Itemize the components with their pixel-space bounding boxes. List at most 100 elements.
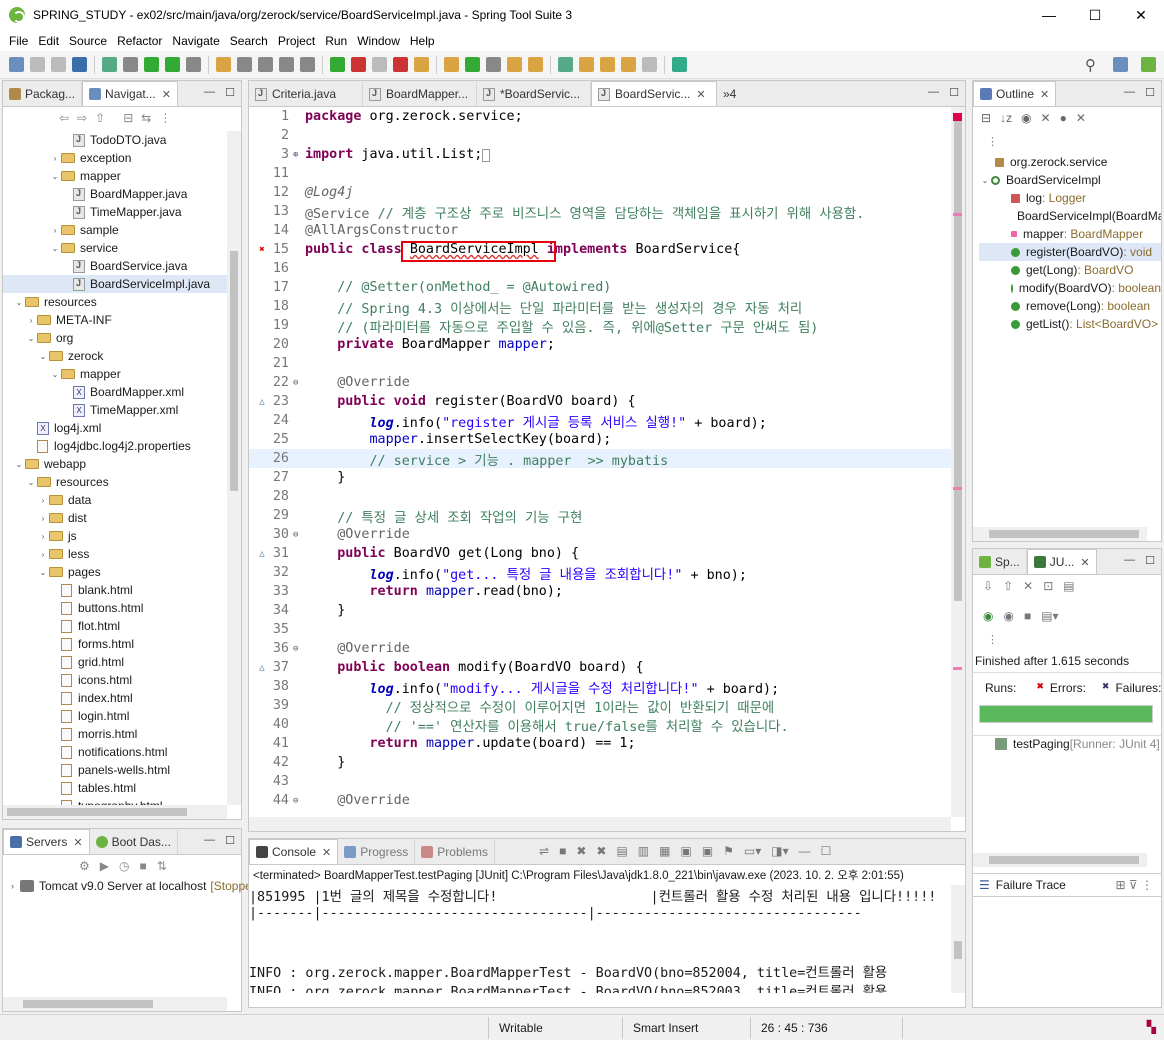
minimize-view-icon[interactable]: — (1124, 554, 1135, 567)
spring-perspective-icon[interactable] (1141, 57, 1156, 72)
show-stdout-icon[interactable]: ▣ (680, 844, 691, 858)
close-icon[interactable]: ✕ (1040, 88, 1049, 101)
tree-item[interactable]: ⌄ pages (3, 563, 227, 581)
horizontal-scrollbar[interactable] (989, 856, 1139, 864)
tree-item[interactable]: › sample (3, 221, 227, 239)
open-console-icon[interactable]: ◨▾ (771, 844, 788, 858)
toolbar-action-icon[interactable] (279, 57, 294, 72)
fold-icon[interactable]: ⊖ (293, 644, 303, 654)
close-icon[interactable]: ✕ (1080, 556, 1089, 569)
tab-spring-explorer[interactable]: Sp... (973, 550, 1027, 574)
expand-icon[interactable]: › (25, 316, 37, 325)
collapse-all-icon[interactable]: ⊟ (981, 111, 991, 125)
expand-icon[interactable]: ⌄ (37, 568, 49, 577)
menu-navigate[interactable]: Navigate (167, 34, 224, 48)
tree-item[interactable]: › less (3, 545, 227, 563)
menu-edit[interactable]: Edit (33, 34, 64, 48)
debug-server-icon[interactable]: ⚙ (79, 859, 90, 873)
tab-junit[interactable]: JU... ✕ (1026, 549, 1097, 574)
tree-item[interactable]: › META-INF (3, 311, 227, 329)
fold-icon[interactable]: ⊖ (293, 796, 303, 806)
expand-icon[interactable]: › (37, 514, 49, 523)
vertical-scrollbar[interactable] (954, 121, 962, 601)
fold-icon[interactable]: ⊕ (293, 150, 303, 160)
expand-icon[interactable]: › (49, 226, 61, 235)
maximize-button[interactable]: ☐ (1072, 0, 1118, 30)
forward-icon[interactable]: ⇨ (77, 111, 87, 125)
expand-icon[interactable]: › (37, 496, 49, 505)
tree-item[interactable]: ⌄ org (3, 329, 227, 347)
back-icon[interactable]: ⇦ (59, 111, 69, 125)
start-server-icon[interactable]: ▶ (100, 859, 109, 873)
word-wrap-icon[interactable]: ▦ (659, 844, 670, 858)
tree-item[interactable]: › exception (3, 149, 227, 167)
menu-run[interactable]: Run (320, 34, 352, 48)
heap-status-icon[interactable]: ▚ (1147, 1020, 1156, 1034)
view-menu-icon[interactable]: ⋮ (987, 135, 998, 148)
minimize-view-icon[interactable]: — (799, 844, 811, 858)
link-editor-icon[interactable]: ⇆ (141, 111, 151, 125)
tree-item[interactable]: › js (3, 527, 227, 545)
outline-item[interactable]: org.zerock.service (979, 153, 1161, 171)
tree-item[interactable]: ⌄ webapp (3, 455, 227, 473)
menu-source[interactable]: Source (64, 34, 112, 48)
toolbar-action-icon[interactable] (600, 57, 615, 72)
tree-item[interactable]: ⌄ zerock (3, 347, 227, 365)
outline-item[interactable]: getList() : List<BoardVO> (979, 315, 1161, 333)
outline-item[interactable]: modify(BoardVO) : boolean (979, 279, 1161, 297)
toolbar-action-icon[interactable] (672, 57, 687, 72)
expand-icon[interactable]: ⌄ (37, 352, 49, 361)
stop-server-icon[interactable]: ■ (139, 859, 146, 873)
editor-overflow-button[interactable]: »4 (717, 82, 742, 106)
tree-item[interactable]: index.html (3, 689, 227, 707)
toolbar-action-icon[interactable] (372, 57, 387, 72)
outline-item[interactable]: get(Long) : BoardVO (979, 261, 1161, 279)
prev-failure-icon[interactable]: ⇧ (1003, 579, 1013, 593)
tree-item[interactable]: tables.html (3, 779, 227, 797)
menu-refactor[interactable]: Refactor (112, 34, 167, 48)
tree-item[interactable]: X TimeMapper.xml (3, 401, 227, 419)
minimize-view-icon[interactable]: — (928, 86, 939, 99)
tab-editor-file[interactable]: Criteria.java (249, 82, 363, 106)
tab-console[interactable]: Console ✕ (249, 839, 339, 864)
tab-editor-file[interactable]: *BoardServic... (477, 82, 591, 106)
menu-file[interactable]: File (4, 34, 33, 48)
toolbar-action-icon[interactable] (579, 57, 594, 72)
expand-icon[interactable]: ⌄ (25, 478, 37, 487)
menu-search[interactable]: Search (225, 34, 273, 48)
toolbar-action-icon[interactable] (486, 57, 501, 72)
toolbar-action-icon[interactable] (528, 57, 543, 72)
search-icon[interactable]: ⚲ (1085, 56, 1096, 74)
toolbar-action-icon[interactable] (30, 57, 45, 72)
rerun-failed-icon[interactable]: ◉ (1003, 609, 1013, 623)
scroll-lock-icon[interactable]: ⊡ (1043, 579, 1053, 593)
expand-icon[interactable]: ⌄ (979, 176, 991, 185)
toolbar-action-icon[interactable] (330, 57, 345, 72)
tree-item[interactable]: › data (3, 491, 227, 509)
maximize-view-icon[interactable]: ☐ (1145, 86, 1155, 99)
tab-problems[interactable]: Problems (415, 840, 495, 864)
expand-icon[interactable]: › (11, 881, 14, 891)
horizontal-scrollbar[interactable] (989, 530, 1139, 538)
console-output[interactable]: |851995 |1번 글의 제목을 수정합니다! |컨트롤러 활용 수정 처리… (249, 885, 951, 994)
sort-icon[interactable]: ↓z (1000, 111, 1012, 125)
collapse-all-icon[interactable]: ⊟ (123, 111, 133, 125)
code-editor[interactable]: 1 package org.zerock.service; 2 3 ⊕ import ja… (249, 107, 951, 817)
remove-all-terminated-icon[interactable]: ✖ (596, 844, 606, 858)
menu-help[interactable]: Help (405, 34, 440, 48)
toolbar-action-icon[interactable] (258, 57, 273, 72)
view-menu-icon[interactable]: ⋮ (987, 633, 998, 646)
tab-servers[interactable]: Servers ✕ (3, 829, 90, 854)
toolbar-action-icon[interactable] (621, 57, 636, 72)
toolbar-action-icon[interactable] (9, 57, 24, 72)
stop-icon[interactable]: ■ (1024, 609, 1031, 623)
toolbar-action-icon[interactable] (51, 57, 66, 72)
toolbar-action-icon[interactable] (186, 57, 201, 72)
maximize-view-icon[interactable]: ☐ (1145, 554, 1155, 567)
show-failures-icon[interactable]: ✕ (1023, 579, 1033, 593)
remove-launch-icon[interactable]: ⇌ (539, 844, 549, 858)
rerun-icon[interactable]: ◉ (983, 609, 993, 623)
expand-icon[interactable]: › (37, 532, 49, 541)
close-button[interactable]: ✕ (1118, 0, 1164, 30)
scroll-lock-icon[interactable]: ▥ (638, 844, 649, 858)
